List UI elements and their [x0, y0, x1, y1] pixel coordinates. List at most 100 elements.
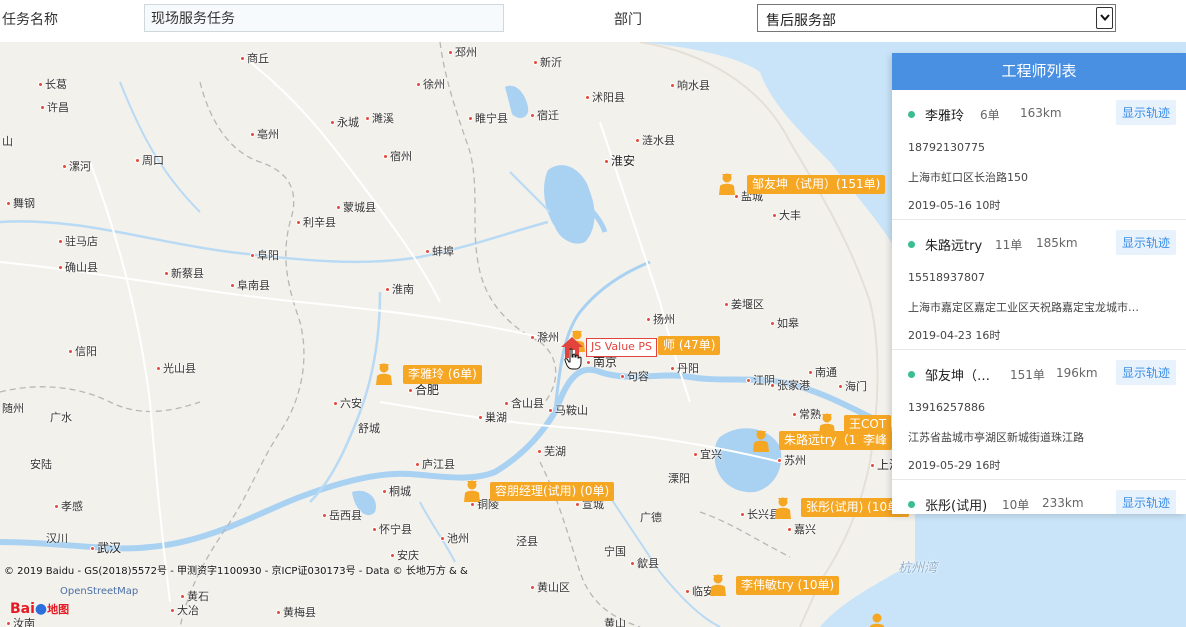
city-label: 黄石	[180, 590, 209, 603]
show-track-button[interactable]: 显示轨迹	[1115, 360, 1176, 385]
chevron-down-icon[interactable]	[1096, 7, 1113, 29]
city-label: 芜湖	[537, 445, 566, 458]
city-label: 舞钢	[6, 197, 35, 210]
online-status-icon	[908, 501, 915, 508]
show-track-button[interactable]: 显示轨迹	[1115, 490, 1176, 514]
city-label: 邳州	[448, 46, 477, 59]
online-status-icon	[908, 241, 915, 248]
engineer-distance: 196km	[1056, 366, 1098, 380]
panel-title: 工程师列表	[892, 53, 1186, 90]
city-label: 张家港	[770, 379, 810, 392]
show-track-button[interactable]: 显示轨迹	[1115, 230, 1176, 255]
engineer-map-label[interactable]: 李伟敏try (10单)	[736, 576, 840, 595]
city-label: 岳西县	[322, 509, 362, 522]
city-label: 亳州	[250, 128, 279, 141]
city-label: 句容	[620, 370, 649, 383]
city-label: 大冶	[170, 604, 199, 617]
engineer-card[interactable]: 李雅玲 6单 163km 显示轨迹 18792130775 上海市虹口区长治路1…	[892, 90, 1186, 220]
city-label: 六安	[333, 397, 362, 410]
city-label: 响水县	[670, 79, 710, 92]
engineer-card[interactable]: 邹友坤（… 151单 196km 显示轨迹 13916257886 江苏省盐城市…	[892, 350, 1186, 480]
engineer-orders: 151单	[1010, 368, 1045, 382]
engineer-icon[interactable]	[716, 172, 738, 196]
city-label: 宁国	[604, 545, 626, 558]
baidu-map-logo[interactable]: Bai●地图	[10, 598, 69, 618]
city-label: 安庆	[390, 549, 419, 562]
task-location-label[interactable]: JS Value PS	[586, 338, 658, 357]
engineer-map-label[interactable]: 李雅玲 (6单)	[403, 365, 482, 384]
city-label: 汝南	[6, 617, 35, 627]
city-label: 姜堰区	[724, 298, 764, 311]
city-label: 南京	[586, 356, 617, 369]
department-select-value: 售后服务部	[766, 13, 836, 29]
city-label: 许昌	[40, 101, 69, 114]
engineer-card[interactable]: 朱路远try 11单 185km 显示轨迹 15518937807 上海市嘉定区…	[892, 220, 1186, 350]
city-label: 山	[2, 135, 13, 148]
engineer-orders: 11单	[995, 238, 1023, 252]
task-name-input[interactable]	[144, 4, 504, 32]
city-label: 蚌埠	[425, 245, 454, 258]
engineer-phone: 13916257886	[908, 401, 985, 414]
map-copyright: © 2019 Baidu - GS(2018)5572号 - 甲测资字11009…	[4, 566, 468, 577]
city-label: 溧阳	[668, 472, 690, 485]
city-label: 睢宁县	[468, 112, 508, 125]
online-status-icon	[908, 111, 915, 118]
engineer-date: 2019-04-23 16时	[908, 329, 1001, 342]
city-label: 黄梅县	[276, 606, 316, 619]
engineer-map-label[interactable]: 邹友坤（试用）(151单)	[747, 175, 886, 194]
city-label: 新蔡县	[164, 267, 204, 280]
engineer-icon[interactable]	[707, 573, 729, 597]
city-label: 海门	[838, 380, 867, 393]
engineer-card[interactable]: 张彤(试用) 10单 233km 显示轨迹	[892, 480, 1186, 514]
city-label: 孝感	[54, 500, 83, 513]
city-label: 驻马店	[58, 235, 98, 248]
engineer-icon[interactable]	[866, 612, 888, 627]
city-label: 武汉	[90, 542, 121, 555]
engineer-address: 上海市虹口区长治路150	[908, 171, 1028, 184]
city-label: 漯河	[62, 160, 91, 173]
engineer-distance: 185km	[1036, 236, 1078, 250]
city-label: 怀宁县	[372, 523, 412, 536]
city-label: 信阳	[68, 345, 97, 358]
engineer-address: 上海市嘉定区嘉定工业区天祝路嘉定宝龙城市…	[908, 301, 1139, 314]
osm-attribution[interactable]: OpenStreetMap	[60, 586, 138, 597]
city-label: 沭阳县	[585, 91, 625, 104]
hand-cursor-icon	[564, 348, 582, 370]
department-select[interactable]: 售后服务部	[757, 4, 1116, 32]
city-label: 泾县	[516, 535, 538, 548]
city-label: 安陆	[30, 458, 52, 471]
show-track-button[interactable]: 显示轨迹	[1115, 100, 1176, 125]
engineer-address: 江苏省盐城市亭湖区新城街道珠江路	[908, 431, 1084, 444]
city-label: 马鞍山	[548, 404, 588, 417]
engineer-date: 2019-05-29 16时	[908, 459, 1001, 472]
city-label: 大丰	[772, 209, 801, 222]
city-label: 徐州	[416, 78, 445, 91]
city-label: 商丘	[240, 52, 269, 65]
city-label: 广水	[50, 411, 72, 424]
city-label: 利辛县	[296, 216, 336, 229]
city-label: 桐城	[382, 485, 411, 498]
engineer-map-label[interactable]: 容朋经理(试用) (0单)	[490, 482, 615, 501]
city-label: 黄山区	[530, 581, 570, 594]
engineer-name: 朱路远try	[925, 239, 983, 254]
city-label: 含山县	[504, 397, 544, 410]
city-label: 光山县	[156, 362, 196, 375]
engineer-map-label[interactable]: 师 (47单)	[658, 336, 721, 355]
engineer-icon[interactable]	[373, 362, 395, 386]
city-label: 巢湖	[478, 411, 507, 424]
engineer-icon[interactable]	[461, 479, 483, 503]
city-label: 涟水县	[635, 134, 675, 147]
city-label: 如皋	[770, 317, 799, 330]
engineer-distance: 163km	[1020, 106, 1062, 120]
city-label: 淮南	[385, 283, 414, 296]
engineer-map-label[interactable]: 朱路远try（11	[779, 431, 870, 450]
engineer-icon[interactable]	[772, 496, 794, 520]
task-name-label: 任务名称	[2, 12, 58, 28]
city-label: 庐江县	[415, 458, 455, 471]
engineer-map-label[interactable]: 李峰	[858, 431, 893, 450]
city-label: 宿迁	[530, 109, 559, 122]
city-label: 濉溪	[365, 112, 394, 125]
city-label: 永城	[330, 116, 359, 129]
engineer-icon[interactable]	[750, 429, 772, 453]
city-label: 淮安	[604, 155, 635, 168]
